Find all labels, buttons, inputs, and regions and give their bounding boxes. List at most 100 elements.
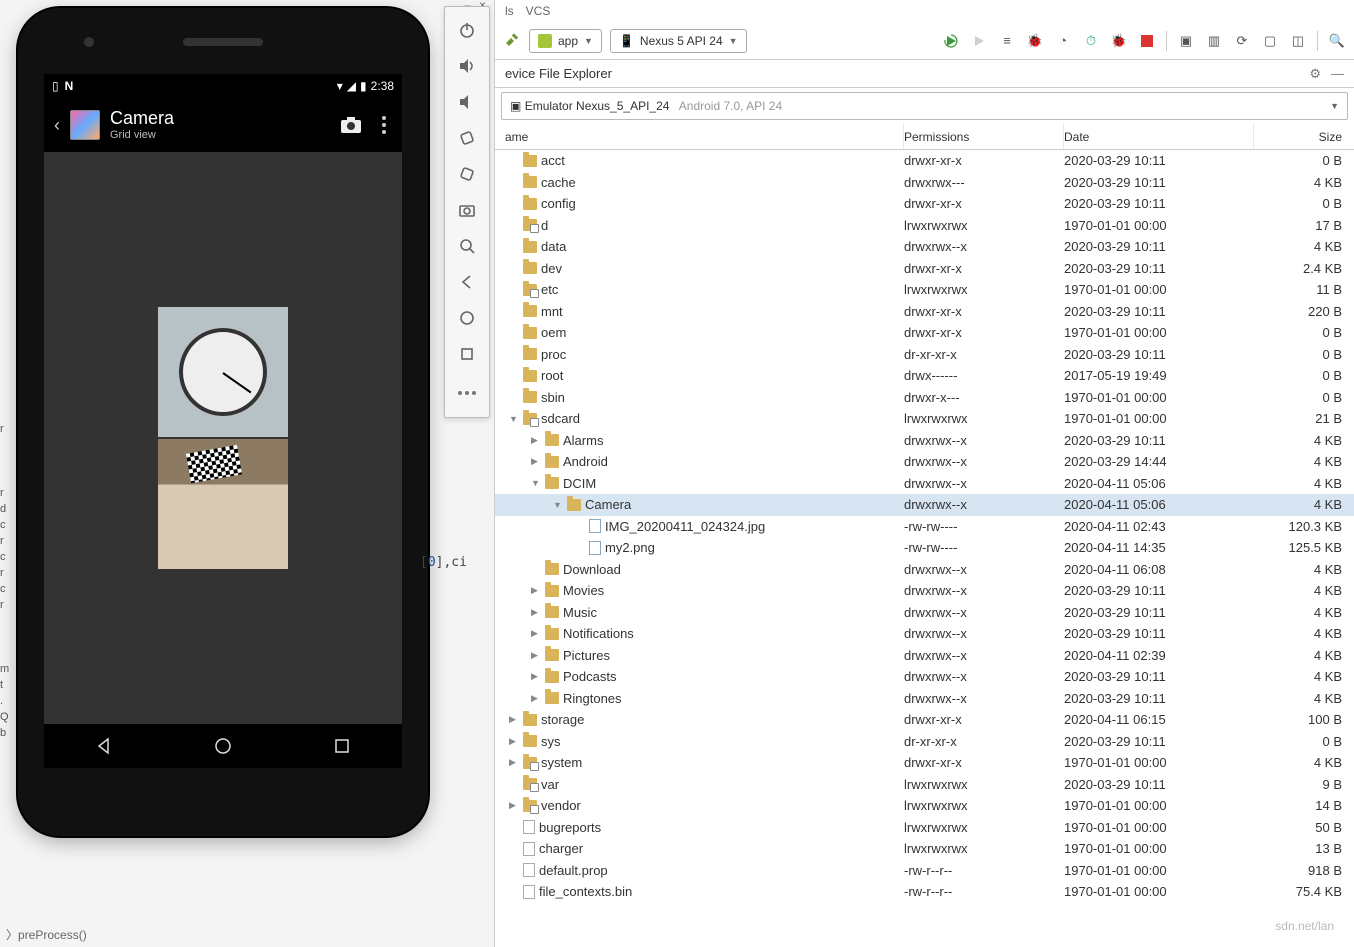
disclosure-triangle-icon[interactable] <box>553 500 563 510</box>
tree-row[interactable]: file_contexts.bin-rw-r--r--1970-01-01 00… <box>495 881 1354 903</box>
disclosure-triangle-icon[interactable] <box>531 650 541 661</box>
rotate-right-icon[interactable] <box>450 157 484 191</box>
more-icon[interactable] <box>450 373 484 407</box>
menu-item[interactable]: ls <box>505 4 514 18</box>
tree-row[interactable]: IMG_20200411_024324.jpg-rw-rw----2020-04… <box>495 516 1354 538</box>
disclosure-triangle-icon[interactable] <box>531 671 541 682</box>
tree-row[interactable]: Moviesdrwxrwx--x2020-03-29 10:114 KB <box>495 580 1354 602</box>
tree-row[interactable]: default.prop-rw-r--r--1970-01-01 00:0091… <box>495 860 1354 882</box>
disclosure-triangle-icon[interactable] <box>531 585 541 596</box>
tree-row[interactable]: my2.png-rw-rw----2020-04-11 14:35125.5 K… <box>495 537 1354 559</box>
tree-row[interactable]: datadrwxrwx--x2020-03-29 10:114 KB <box>495 236 1354 258</box>
tree-row[interactable]: Notificationsdrwxrwx--x2020-03-29 10:114… <box>495 623 1354 645</box>
disclosure-triangle-icon[interactable] <box>509 714 519 725</box>
tree-row[interactable]: procdr-xr-xr-x2020-03-29 10:110 B <box>495 344 1354 366</box>
tree-row[interactable]: sysdr-xr-xr-x2020-03-29 10:110 B <box>495 731 1354 753</box>
camera-icon[interactable] <box>340 116 362 134</box>
tree-row[interactable]: vendorlrwxrwxrwx1970-01-01 00:0014 B <box>495 795 1354 817</box>
tree-row[interactable]: Alarmsdrwxrwx--x2020-03-29 10:114 KB <box>495 430 1354 452</box>
menu-item[interactable]: VCS <box>526 4 551 18</box>
disclosure-triangle-icon[interactable] <box>531 693 541 704</box>
back-icon[interactable]: ‹ <box>54 115 60 136</box>
avd-manager-icon[interactable]: ▣ <box>1177 32 1195 50</box>
build-hammer-icon[interactable] <box>503 32 521 50</box>
tree-row[interactable]: varlrwxrwxrwx2020-03-29 10:119 B <box>495 774 1354 796</box>
tree-row[interactable]: oemdrwxr-xr-x1970-01-01 00:000 B <box>495 322 1354 344</box>
tree-row[interactable]: Cameradrwxrwx--x2020-04-11 05:064 KB <box>495 494 1354 516</box>
tree-row[interactable]: Picturesdrwxrwx--x2020-04-11 02:394 KB <box>495 645 1354 667</box>
tree-row[interactable]: Androiddrwxrwx--x2020-03-29 14:444 KB <box>495 451 1354 473</box>
tree-row[interactable]: Musicdrwxrwx--x2020-03-29 10:114 KB <box>495 602 1354 624</box>
resource-manager-icon[interactable]: ◫ <box>1289 32 1307 50</box>
emulator-screen[interactable]: ▯ N ▾ ◢ ▮ 2:38 ‹ Camera Grid view <box>44 74 402 768</box>
tree-row[interactable]: devdrwxr-xr-x2020-03-29 10:112.4 KB <box>495 258 1354 280</box>
zoom-icon[interactable] <box>450 229 484 263</box>
breadcrumb[interactable]: 〉preProcess() <box>6 926 87 943</box>
disclosure-triangle-icon[interactable] <box>531 478 541 488</box>
nav-recent-icon[interactable] <box>332 736 352 756</box>
home-button-icon[interactable] <box>450 301 484 335</box>
rotate-left-icon[interactable] <box>450 121 484 155</box>
disclosure-triangle-icon[interactable] <box>509 800 519 811</box>
tree-row[interactable]: dlrwxrwxrwx1970-01-01 00:0017 B <box>495 215 1354 237</box>
run-tests-icon[interactable]: ≡ <box>998 32 1016 50</box>
disclosure-triangle-icon[interactable] <box>531 607 541 618</box>
attach-debugger-icon[interactable]: 🐞 <box>1110 32 1128 50</box>
volume-up-icon[interactable] <box>450 49 484 83</box>
tree-row[interactable]: sbindrwxr-x---1970-01-01 00:000 B <box>495 387 1354 409</box>
tree-row[interactable]: sdcardlrwxrwxrwx1970-01-01 00:0021 B <box>495 408 1354 430</box>
layout-inspector-icon[interactable]: ▢ <box>1261 32 1279 50</box>
coverage-icon[interactable]: ◔ <box>1054 32 1072 50</box>
tree-row[interactable]: Podcastsdrwxrwx--x2020-03-29 10:114 KB <box>495 666 1354 688</box>
gallery-thumb-gauge[interactable] <box>158 307 288 437</box>
hide-panel-icon[interactable]: — <box>1331 66 1344 82</box>
file-tree[interactable]: acctdrwxr-xr-x2020-03-29 10:110 Bcachedr… <box>495 150 1354 947</box>
disclosure-triangle-icon[interactable] <box>509 757 519 768</box>
profile-icon[interactable]: ⏱ <box>1082 32 1100 50</box>
run-icon[interactable] <box>942 32 960 50</box>
overview-button-icon[interactable] <box>450 337 484 371</box>
overflow-menu-icon[interactable] <box>382 116 386 134</box>
gallery-grid[interactable] <box>44 152 402 724</box>
col-date[interactable]: Date <box>1064 124 1254 149</box>
tree-row[interactable]: etclrwxrwxrwx1970-01-01 00:0011 B <box>495 279 1354 301</box>
sync-icon[interactable]: ⟳ <box>1233 32 1251 50</box>
sdk-manager-icon[interactable]: ▥ <box>1205 32 1223 50</box>
debug-icon[interactable]: 🐞 <box>1026 32 1044 50</box>
screenshot-icon[interactable] <box>450 193 484 227</box>
col-name[interactable]: ame <box>505 124 904 149</box>
disclosure-triangle-icon[interactable] <box>509 414 519 424</box>
tree-row[interactable]: bugreportslrwxrwxrwx1970-01-01 00:0050 B <box>495 817 1354 839</box>
stop-icon[interactable] <box>1138 32 1156 50</box>
search-icon[interactable]: 🔍 <box>1328 32 1346 50</box>
device-dropdown[interactable]: ▣ Emulator Nexus_5_API_24 Android 7.0, A… <box>501 92 1348 120</box>
tree-row[interactable]: Ringtonesdrwxrwx--x2020-03-29 10:114 KB <box>495 688 1354 710</box>
tree-row[interactable]: storagedrwxr-xr-x2020-04-11 06:15100 B <box>495 709 1354 731</box>
disclosure-triangle-icon[interactable] <box>531 628 541 639</box>
tree-row[interactable]: cachedrwxrwx---2020-03-29 10:114 KB <box>495 172 1354 194</box>
nav-back-icon[interactable] <box>94 736 114 756</box>
tree-row[interactable]: DCIMdrwxrwx--x2020-04-11 05:064 KB <box>495 473 1354 495</box>
col-permissions[interactable]: Permissions <box>904 124 1064 149</box>
tree-row[interactable]: systemdrwxr-xr-x1970-01-01 00:004 KB <box>495 752 1354 774</box>
run-config-selector[interactable]: app ▼ <box>529 29 602 53</box>
tree-column-headers[interactable]: ame Permissions Date Size <box>495 124 1354 150</box>
disclosure-triangle-icon[interactable] <box>509 736 519 747</box>
tree-row[interactable]: Downloaddrwxrwx--x2020-04-11 06:084 KB <box>495 559 1354 581</box>
volume-down-icon[interactable] <box>450 85 484 119</box>
power-icon[interactable] <box>450 13 484 47</box>
disclosure-triangle-icon[interactable] <box>531 456 541 467</box>
tree-row[interactable]: configdrwxr-xr-x2020-03-29 10:110 B <box>495 193 1354 215</box>
nav-home-icon[interactable] <box>213 736 233 756</box>
gallery-thumb-room[interactable] <box>158 439 288 569</box>
device-selector[interactable]: 📱 Nexus 5 API 24 ▼ <box>610 29 747 53</box>
gear-icon[interactable]: ⚙ <box>1309 66 1321 82</box>
disclosure-triangle-icon[interactable] <box>531 435 541 446</box>
rerun-icon[interactable] <box>970 32 988 50</box>
tree-row[interactable]: rootdrwx------2017-05-19 19:490 B <box>495 365 1354 387</box>
back-button-icon[interactable] <box>450 265 484 299</box>
tree-row[interactable]: chargerlrwxrwxrwx1970-01-01 00:0013 B <box>495 838 1354 860</box>
col-size[interactable]: Size <box>1254 124 1354 149</box>
tree-row[interactable]: acctdrwxr-xr-x2020-03-29 10:110 B <box>495 150 1354 172</box>
tree-row[interactable]: mntdrwxr-xr-x2020-03-29 10:11220 B <box>495 301 1354 323</box>
